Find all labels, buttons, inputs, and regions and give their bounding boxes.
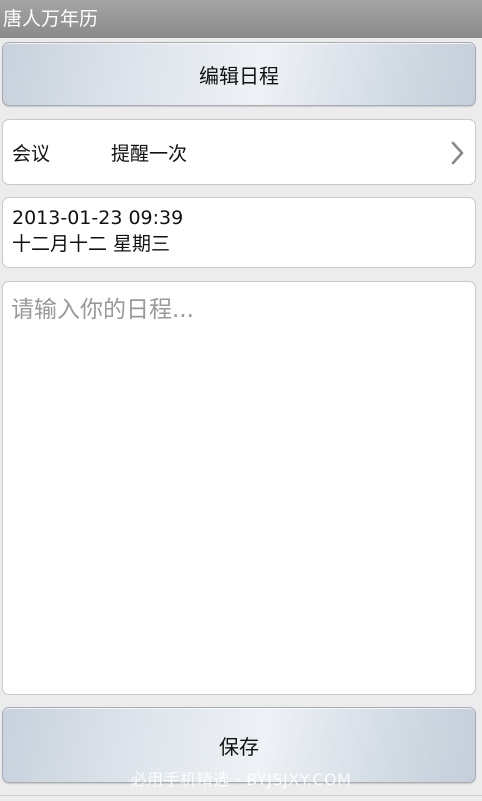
- edit-schedule-button[interactable]: 编辑日程: [2, 42, 476, 106]
- datetime-value: 2013-01-23 09:39: [12, 207, 184, 229]
- watermark-text: 必用手机精选 · BYJSJXY.COM: [130, 770, 352, 789]
- save-label: 保存: [219, 734, 259, 759]
- reminder-type-label: 会议: [12, 142, 51, 165]
- datetime-field[interactable]: 2013-01-23 09:39 十二月十二 星期三: [2, 197, 476, 268]
- app-window: 唐人万年历 编辑日程 会议 提醒一次 2013-01-23 09:39 十二月十…: [0, 0, 482, 801]
- bottom-bar: [0, 795, 482, 801]
- reminder-frequency-label: 提醒一次: [111, 142, 188, 165]
- lunar-weekday-value: 十二月十二 星期三: [12, 233, 171, 255]
- edit-schedule-label: 编辑日程: [199, 63, 279, 88]
- app-title: 唐人万年历: [3, 8, 99, 30]
- app-title-bar: 唐人万年历: [0, 0, 482, 38]
- schedule-input[interactable]: [2, 281, 476, 695]
- chevron-right-icon: [451, 141, 464, 165]
- reminder-setting-row[interactable]: 会议 提醒一次: [2, 119, 476, 185]
